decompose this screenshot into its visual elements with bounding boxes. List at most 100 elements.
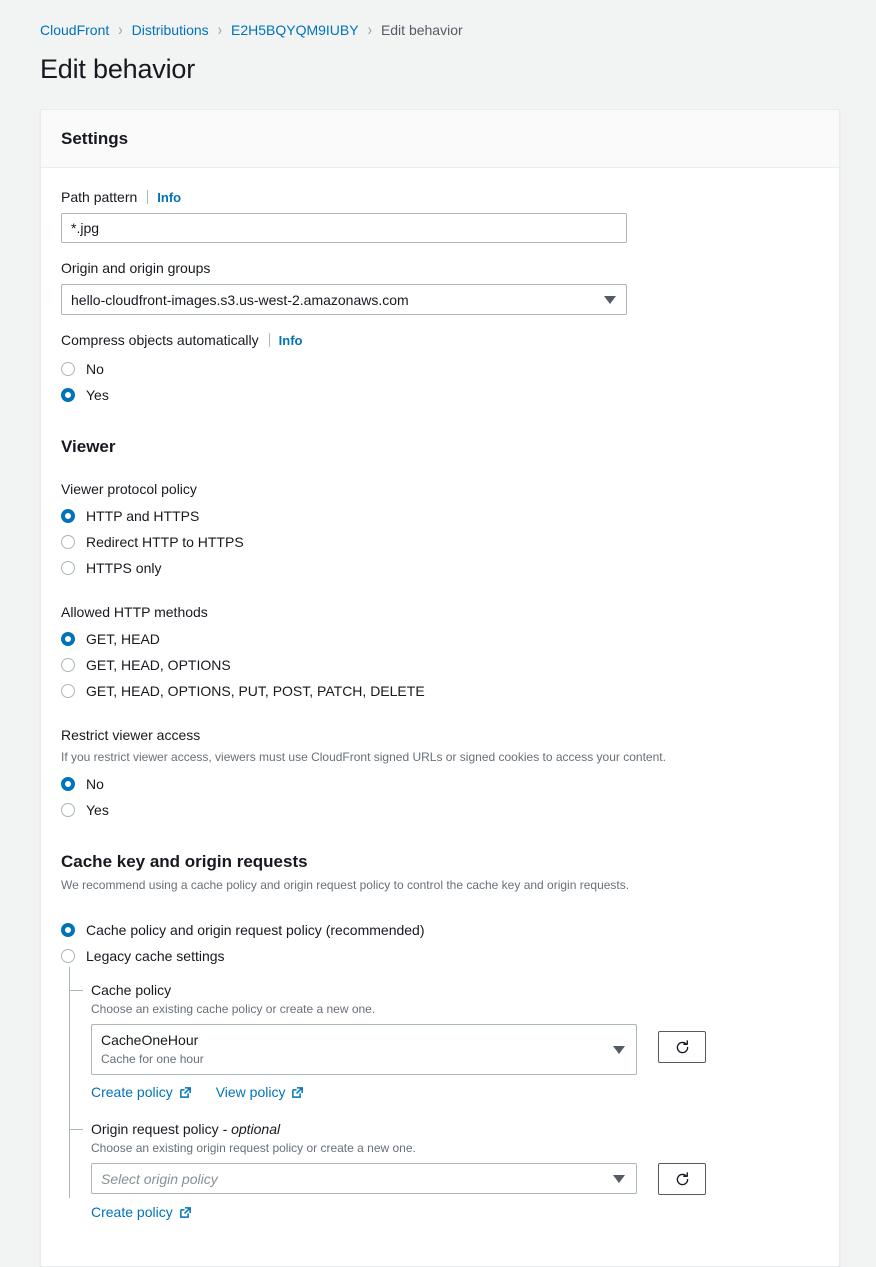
cache-policy-view-link[interactable]: View policy xyxy=(216,1084,305,1100)
external-link-icon xyxy=(179,1206,192,1219)
origin-select-value: hello-cloudfront-images.s3.us-west-2.ama… xyxy=(71,291,409,308)
origin-request-policy-description: Choose an existing origin request policy… xyxy=(91,1141,416,1155)
path-pattern-input[interactable] xyxy=(61,213,627,243)
radio-icon xyxy=(61,684,75,698)
origin-request-policy-links: Create policy xyxy=(91,1204,819,1220)
origin-request-policy-row: Select origin policy xyxy=(91,1163,819,1195)
settings-heading: Settings xyxy=(61,129,129,148)
breadcrumb-separator-icon: › xyxy=(217,20,222,39)
cache-policy-refresh-button[interactable] xyxy=(658,1031,706,1063)
allowed-methods-option-0-label: GET, HEAD xyxy=(86,631,160,647)
cache-policy-select[interactable]: CacheOneHour Cache for one hour xyxy=(91,1024,637,1075)
radio-icon xyxy=(61,561,75,575)
radio-icon-selected xyxy=(61,388,75,402)
refresh-icon xyxy=(676,1171,688,1185)
allowed-methods-option-get-head[interactable]: GET, HEAD xyxy=(61,626,819,652)
origin-request-policy-placeholder: Select origin policy xyxy=(101,1170,218,1187)
cache-policy-selected-description: Cache for one hour xyxy=(101,1052,204,1066)
compress-label: Compress objects automatically xyxy=(61,332,259,348)
viewer-protocol-option-2-label: HTTPS only xyxy=(86,560,162,576)
chevron-down-icon xyxy=(604,295,616,304)
compress-label-row: Compress objects automatically Info xyxy=(61,331,819,349)
cache-policy-create-label: Create policy xyxy=(91,1084,173,1100)
origin-label-row: Origin and origin groups xyxy=(61,259,819,277)
breadcrumb: CloudFront › Distributions › E2H5BQYQM9I… xyxy=(0,0,876,39)
origin-request-policy-select[interactable]: Select origin policy xyxy=(91,1163,637,1194)
compress-option-yes-label: Yes xyxy=(86,387,109,403)
cache-policy-create-link[interactable]: Create policy xyxy=(91,1084,192,1100)
cache-policy-row: CacheOneHour Cache for one hour xyxy=(91,1024,819,1075)
cache-policy-item: Cache policy Choose an existing cache po… xyxy=(69,981,819,1100)
restrict-viewer-access-group: No Yes xyxy=(61,771,819,823)
origin-field: Origin and origin groups hello-cloudfron… xyxy=(61,259,819,315)
breadcrumb-item-distribution-id[interactable]: E2H5BQYQM9IUBY xyxy=(231,22,359,38)
radio-icon-selected xyxy=(61,923,75,937)
viewer-protocol-option-https-only[interactable]: HTTPS only xyxy=(61,555,819,581)
breadcrumb-item-current: Edit behavior xyxy=(380,22,463,38)
radio-icon-selected xyxy=(61,777,75,791)
origin-select-wrap: hello-cloudfront-images.s3.us-west-2.ama… xyxy=(61,284,627,315)
viewer-protocol-option-http-and-https[interactable]: HTTP and HTTPS xyxy=(61,503,819,529)
cache-policy-selected-name: CacheOneHour xyxy=(101,1032,199,1048)
compress-radio-group: No Yes xyxy=(61,356,819,408)
origin-request-policy-create-link[interactable]: Create policy xyxy=(91,1204,192,1220)
restrict-viewer-option-1-label: Yes xyxy=(86,802,109,818)
path-pattern-info-link[interactable]: Info xyxy=(157,190,181,205)
viewer-protocol-policy-label: Viewer protocol policy xyxy=(61,481,197,497)
settings-card: Settings Path pattern Info Origin and or… xyxy=(40,109,840,1267)
allowed-methods-option-get-head-options[interactable]: GET, HEAD, OPTIONS xyxy=(61,652,819,678)
restrict-viewer-option-no[interactable]: No xyxy=(61,771,819,797)
compress-option-no[interactable]: No xyxy=(61,356,819,382)
origin-select[interactable]: hello-cloudfront-images.s3.us-west-2.ama… xyxy=(61,284,627,315)
viewer-protocol-option-redirect[interactable]: Redirect HTTP to HTTPS xyxy=(61,529,819,555)
radio-icon xyxy=(61,362,75,376)
viewer-protocol-option-1-label: Redirect HTTP to HTTPS xyxy=(86,534,244,550)
origin-request-policy-title: Origin request policy - optional xyxy=(91,1120,819,1138)
radio-icon xyxy=(61,658,75,672)
cache-key-option-1-label: Legacy cache settings xyxy=(86,948,225,964)
cache-policy-title: Cache policy xyxy=(91,982,172,998)
origin-request-policy-create-label: Create policy xyxy=(91,1204,173,1220)
restrict-viewer-access-description: If you restrict viewer access, viewers m… xyxy=(61,750,666,764)
origin-request-policy-item: Origin request policy - optional Choose … xyxy=(69,1120,819,1220)
settings-card-header: Settings xyxy=(41,110,839,168)
external-link-icon xyxy=(179,1086,192,1099)
origin-request-policy-refresh-button[interactable] xyxy=(658,1163,706,1195)
cache-key-section-heading: Cache key and origin requests xyxy=(61,852,308,871)
cache-policy-links: Create policy View policy xyxy=(91,1084,819,1100)
allowed-http-methods-group: GET, HEAD GET, HEAD, OPTIONS GET, HEAD, … xyxy=(61,626,819,704)
restrict-viewer-access-label: Restrict viewer access xyxy=(61,727,201,743)
cache-policy-description: Choose an existing cache policy or creat… xyxy=(91,1002,376,1016)
allowed-methods-option-2-label: GET, HEAD, OPTIONS, PUT, POST, PATCH, DE… xyxy=(86,683,425,699)
path-pattern-label-row: Path pattern Info xyxy=(61,188,819,206)
cache-policy-nested-group: Cache policy Choose an existing cache po… xyxy=(69,967,819,1220)
path-pattern-label: Path pattern xyxy=(61,189,138,205)
restrict-viewer-option-yes[interactable]: Yes xyxy=(61,797,819,823)
page-title: Edit behavior xyxy=(40,54,195,84)
cache-key-section-description: We recommend using a cache policy and or… xyxy=(61,878,630,892)
settings-card-body: Path pattern Info Origin and origin grou… xyxy=(41,168,839,1266)
compress-option-no-label: No xyxy=(86,361,104,377)
origin-request-policy-optional-suffix: - optional xyxy=(222,1121,281,1137)
chevron-down-icon xyxy=(613,1174,625,1183)
origin-label: Origin and origin groups xyxy=(61,260,211,276)
compress-option-yes[interactable]: Yes xyxy=(61,382,819,408)
allowed-http-methods-label: Allowed HTTP methods xyxy=(61,604,208,620)
cache-key-option-legacy[interactable]: Legacy cache settings xyxy=(61,943,819,969)
viewer-protocol-option-0-label: HTTP and HTTPS xyxy=(86,508,200,524)
label-divider xyxy=(268,333,270,347)
breadcrumb-separator-icon: › xyxy=(118,20,123,39)
allowed-methods-option-all[interactable]: GET, HEAD, OPTIONS, PUT, POST, PATCH, DE… xyxy=(61,678,819,704)
breadcrumb-item-distributions[interactable]: Distributions xyxy=(132,22,209,38)
chevron-down-icon xyxy=(613,1045,625,1054)
path-pattern-field: Path pattern Info xyxy=(61,188,819,243)
viewer-protocol-policy-group: HTTP and HTTPS Redirect HTTP to HTTPS HT… xyxy=(61,503,819,581)
radio-icon xyxy=(61,535,75,549)
breadcrumb-separator-icon: › xyxy=(367,20,372,39)
cache-key-option-policies[interactable]: Cache policy and origin request policy (… xyxy=(61,917,819,943)
restrict-viewer-option-0-label: No xyxy=(86,776,104,792)
cache-key-option-0-label: Cache policy and origin request policy (… xyxy=(86,922,425,938)
viewer-section-heading: Viewer xyxy=(61,437,116,456)
compress-info-link[interactable]: Info xyxy=(279,333,303,348)
breadcrumb-item-cloudfront[interactable]: CloudFront xyxy=(40,22,109,38)
